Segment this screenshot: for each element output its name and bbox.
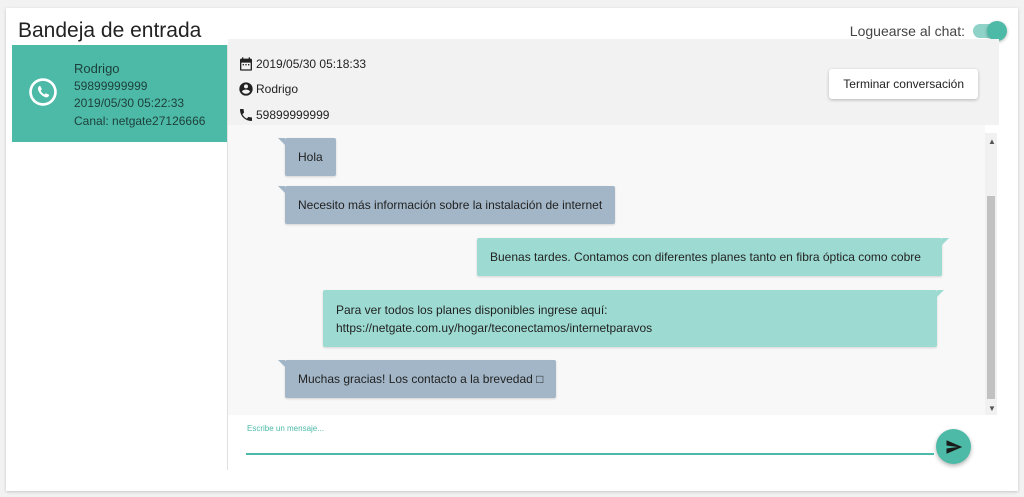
message-input-label: Escribe un mensaje...: [247, 424, 324, 433]
chat-login-label: Loguearse al chat:: [849, 23, 965, 39]
message-input[interactable]: [246, 433, 934, 455]
scroll-up-arrow-icon[interactable]: ▲: [988, 137, 996, 146]
calendar-icon: [240, 57, 252, 71]
contact-name: Rodrigo: [74, 61, 120, 76]
message-line: Para ver todos los planes disponibles in…: [336, 303, 608, 317]
conversation-name: Rodrigo: [256, 82, 299, 96]
contact-datetime: 2019/05/30 05:22:33: [74, 96, 185, 110]
account-circle-icon: [239, 82, 253, 96]
page-title: Bandeja de entrada: [18, 19, 202, 42]
conversation-header: 2019/05/30 05:18:33 Rodrigo 59899999999 …: [228, 39, 999, 125]
conversation-phone-row: 59899999999: [238, 107, 329, 123]
messages-scrollbar[interactable]: ▲ ▼: [985, 133, 997, 415]
scroll-thumb[interactable]: [987, 196, 995, 399]
conversation-date-row: 2019/05/30 05:18:33: [238, 56, 366, 72]
message-outgoing: Buenas tardes. Contamos con diferentes p…: [477, 238, 949, 276]
contact-list-item[interactable]: Rodrigo 59899999999 2019/05/30 05:22:33 …: [12, 45, 227, 142]
scroll-down-arrow-icon[interactable]: ▼: [988, 404, 996, 413]
message-incoming: Necesito más información sobre la instal…: [277, 186, 616, 224]
chat-login-toggle-group: Loguearse al chat:: [849, 21, 1007, 41]
contact-phone: 59899999999: [74, 78, 148, 93]
conversation-name-row: Rodrigo: [238, 81, 298, 97]
message-outgoing: Para ver todos los planes disponibles in…: [323, 290, 944, 347]
end-conversation-button[interactable]: Terminar conversación: [829, 69, 978, 99]
send-icon: [946, 439, 962, 454]
send-button[interactable]: [936, 429, 971, 464]
conversation-phone: 59899999999: [256, 108, 330, 122]
contact-channel: Canal: netgate27126666: [74, 113, 206, 128]
toggle-knob: [987, 21, 1007, 41]
chat-login-toggle[interactable]: [973, 21, 1007, 41]
conversation-datetime: 2019/05/30 05:18:33: [256, 57, 367, 71]
message-incoming: Hola: [278, 138, 336, 176]
whatsapp-icon: [29, 78, 57, 106]
message-incoming: Muchas gracias! Los contacto a la breved…: [277, 360, 557, 398]
contact-details: Rodrigo 59899999999 2019/05/30 05:22:33 …: [74, 60, 205, 130]
message-link[interactable]: https://netgate.com.uy/hogar/teconectamo…: [336, 319, 924, 337]
messages-panel[interactable]: Hola Necesito más información sobre la i…: [228, 125, 985, 415]
phone-icon: [240, 109, 252, 121]
